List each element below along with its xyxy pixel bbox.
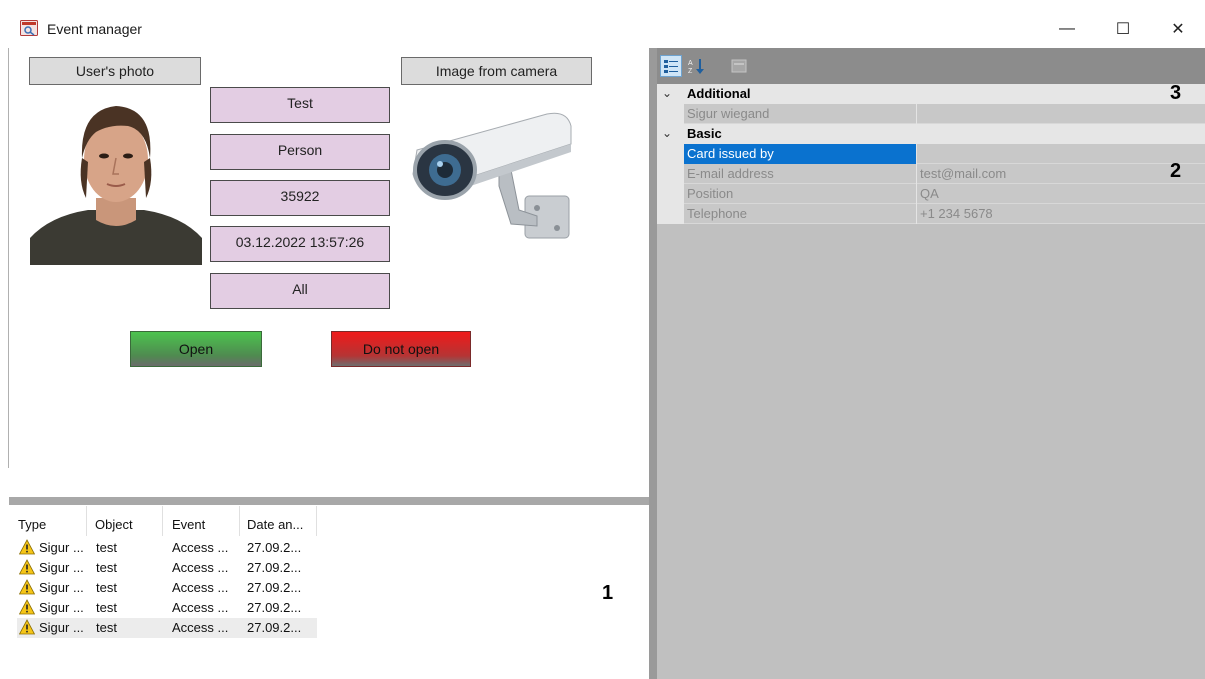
column-header-date[interactable]: Date an...	[247, 513, 303, 535]
info-field-datetime: 03.12.2022 13:57:26	[210, 226, 390, 262]
event-cell-object: test	[96, 620, 117, 635]
category-basic[interactable]: Basic	[684, 124, 1205, 144]
event-cell-event: Access ...	[172, 620, 229, 635]
property-row-card-issued-by[interactable]: Card issued by	[684, 144, 1205, 164]
event-cell-date: 27.09.2...	[247, 580, 302, 595]
user-photo	[30, 98, 202, 265]
column-header-object[interactable]: Object	[95, 513, 133, 535]
event-cell-object: test	[96, 600, 117, 615]
event-cell-type: Sigur ...	[39, 620, 84, 635]
marker-1: 1	[602, 582, 614, 604]
marker-3: 3	[1170, 82, 1182, 104]
column-divider[interactable]	[239, 506, 240, 536]
event-cell-date: 27.09.2...	[247, 600, 302, 615]
maximize-button[interactable]: ☐	[1100, 14, 1146, 44]
camera-image-label: Image from camera	[401, 57, 592, 85]
event-cell-event: Access ...	[172, 580, 229, 595]
event-cell-object: test	[96, 540, 117, 555]
column-header-event[interactable]: Event	[172, 513, 205, 535]
event-row[interactable]: Sigur ... test Access ... 27.09.2...	[17, 538, 317, 558]
svg-text:Z: Z	[688, 68, 693, 75]
window-title: Event manager	[47, 21, 142, 37]
column-divider[interactable]	[316, 506, 317, 536]
column-divider[interactable]	[162, 506, 163, 536]
open-button[interactable]: Open	[130, 331, 262, 367]
svg-text:A: A	[688, 60, 693, 67]
event-cell-type: Sigur ...	[39, 540, 84, 555]
event-cell-event: Access ...	[172, 560, 229, 575]
warning-icon	[19, 539, 35, 555]
event-row[interactable]: Sigur ... test Access ... 27.09.2...	[17, 578, 317, 598]
collapse-basic-icon[interactable]: ⌄	[662, 126, 672, 140]
camera-icon	[412, 112, 572, 239]
title-bar: Event manager — ☐ ✕	[0, 0, 1205, 48]
window-left-border	[8, 48, 9, 468]
event-cell-event: Access ...	[172, 600, 229, 615]
info-field-access-zone: All	[210, 273, 390, 309]
column-header-type[interactable]: Type	[18, 513, 46, 535]
event-cell-type: Sigur ...	[39, 600, 84, 615]
property-pages-icon[interactable]	[728, 55, 750, 77]
event-row[interactable]: Sigur ... test Access ... 27.09.2...	[17, 598, 317, 618]
warning-icon	[19, 559, 35, 575]
event-cell-date: 27.09.2...	[247, 540, 302, 555]
property-row-email[interactable]: E-mail address test@mail.com	[684, 164, 1205, 184]
property-grid-margin	[657, 84, 684, 224]
alphabetical-sort-icon[interactable]: A Z	[686, 55, 708, 77]
close-button[interactable]: ✕	[1155, 14, 1201, 44]
property-row-telephone[interactable]: Telephone +1 234 5678	[684, 204, 1205, 224]
event-cell-date: 27.09.2...	[247, 620, 302, 635]
collapse-additional-icon[interactable]: ⌄	[662, 86, 672, 100]
event-row[interactable]: Sigur ... test Access ... 27.09.2...	[17, 558, 317, 578]
vertical-splitter[interactable]	[649, 48, 657, 679]
event-cell-date: 27.09.2...	[247, 560, 302, 575]
warning-icon	[19, 599, 35, 615]
horizontal-splitter[interactable]	[9, 497, 652, 505]
minimize-button[interactable]: —	[1044, 14, 1090, 44]
user-photo-label: User's photo	[29, 57, 201, 85]
warning-icon	[19, 579, 35, 595]
event-row[interactable]: Sigur ... test Access ... 27.09.2...	[17, 618, 317, 638]
event-cell-type: Sigur ...	[39, 560, 84, 575]
info-field-card-number: 35922	[210, 180, 390, 216]
info-field-type: Person	[210, 134, 390, 170]
property-row-position[interactable]: Position QA	[684, 184, 1205, 204]
column-divider[interactable]	[86, 506, 87, 536]
event-cell-type: Sigur ...	[39, 580, 84, 595]
event-manager-app-icon	[20, 20, 38, 36]
marker-2: 2	[1170, 160, 1182, 182]
info-field-name: Test	[210, 87, 390, 123]
property-row-sigur-wiegand[interactable]: Sigur wiegand	[684, 104, 1205, 124]
event-cell-event: Access ...	[172, 540, 229, 555]
category-additional[interactable]: Additional	[684, 84, 1205, 104]
event-cell-object: test	[96, 580, 117, 595]
do-not-open-button[interactable]: Do not open	[331, 331, 471, 367]
warning-icon	[19, 619, 35, 635]
event-cell-object: test	[96, 560, 117, 575]
categorized-icon[interactable]	[660, 55, 682, 77]
